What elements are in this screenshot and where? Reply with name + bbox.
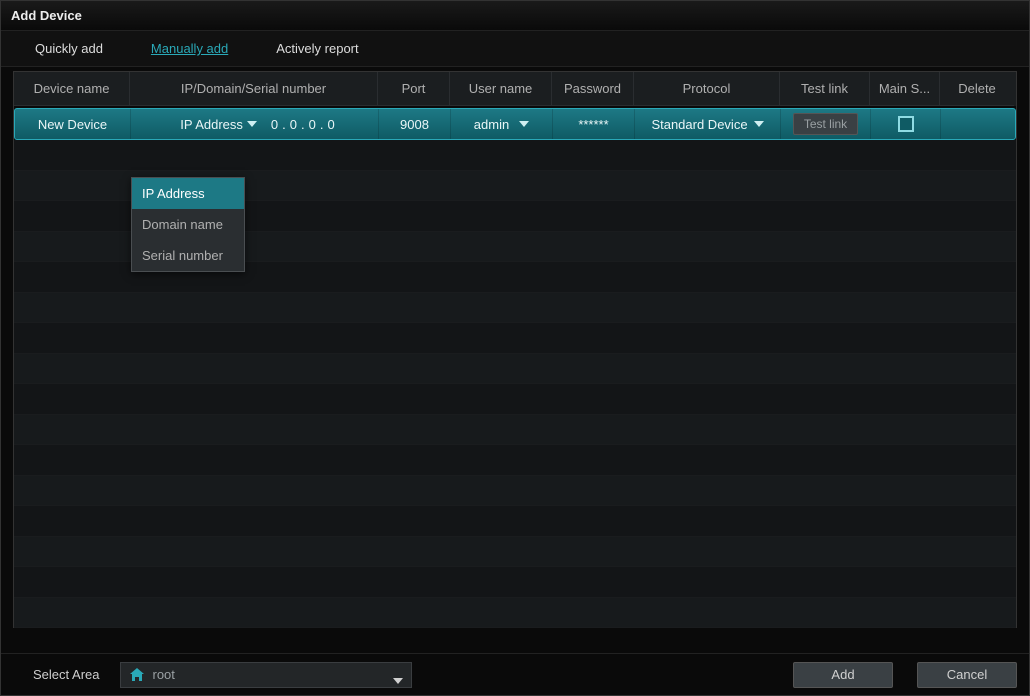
ip-octet-2: 0 [290,117,297,132]
protocol-value: Standard Device [651,117,747,132]
username-value: admin [474,117,509,132]
device-table: Device name IP/Domain/Serial number Port… [13,71,1017,628]
device-name-cell[interactable]: New Device [15,109,131,139]
select-area-dropdown[interactable]: root [120,662,412,688]
table-row: New Device IP Address 0. 0. 0. 0 9008 [14,108,1016,140]
main-stream-checkbox[interactable] [898,116,914,132]
col-user: User name [450,72,552,106]
col-main-stream: Main S... [870,72,940,106]
ip-type-option-ip[interactable]: IP Address [132,178,244,209]
col-password: Password [552,72,634,106]
tab-actively-report[interactable]: Actively report [272,35,362,62]
empty-row [14,323,1016,354]
empty-row [14,476,1016,507]
username-cell[interactable]: admin [451,109,553,139]
col-ip: IP/Domain/Serial number [130,72,378,106]
ip-octet-1: 0 [271,117,278,132]
main-stream-cell [871,109,941,139]
tabs-bar: Quickly add Manually add Actively report [1,31,1029,67]
test-link-button[interactable]: Test link [793,113,858,135]
titlebar: Add Device [1,1,1029,31]
port-value: 9008 [400,117,429,132]
ip-type-option-domain[interactable]: Domain name [132,209,244,240]
chevron-down-icon [393,678,403,684]
port-cell[interactable]: 9008 [379,109,451,139]
cancel-button[interactable]: Cancel [917,662,1017,688]
empty-row [14,140,1016,171]
add-button[interactable]: Add [793,662,893,688]
home-icon [129,668,145,682]
select-area-value: root [153,667,175,682]
empty-row [14,598,1016,629]
col-device-name: Device name [14,72,130,106]
ip-type-dropdown[interactable]: IP Address [174,117,263,132]
select-area-label: Select Area [33,667,100,682]
empty-row [14,506,1016,537]
add-device-window: Add Device Quickly add Manually add Acti… [0,0,1030,696]
empty-row [14,293,1016,324]
table-header: Device name IP/Domain/Serial number Port… [14,72,1016,106]
delete-cell[interactable] [941,109,1015,139]
empty-row [14,567,1016,598]
ip-cell: IP Address 0. 0. 0. 0 [131,109,379,139]
chevron-down-icon [247,121,257,127]
ip-octet-4: 0 [327,117,334,132]
empty-row [14,384,1016,415]
col-delete: Delete [940,72,1014,106]
empty-row [14,445,1016,476]
window-title: Add Device [11,8,82,23]
empty-row [14,415,1016,446]
chevron-down-icon [754,121,764,127]
content-area: Device name IP/Domain/Serial number Port… [1,67,1029,653]
ip-address-input[interactable]: 0. 0. 0. 0 [271,117,335,132]
chevron-down-icon [519,121,529,127]
tab-manually-add[interactable]: Manually add [147,35,232,62]
ip-type-options: IP Address Domain name Serial number [131,177,245,272]
ip-type-value: IP Address [180,117,243,132]
password-value: ****** [578,117,608,132]
ip-octet-3: 0 [309,117,316,132]
tab-quickly-add[interactable]: Quickly add [31,35,107,62]
test-link-cell: Test link [781,109,871,139]
empty-row [14,537,1016,568]
col-port: Port [378,72,450,106]
col-test-link: Test link [780,72,870,106]
footer: Select Area root Add Cancel [1,653,1029,695]
password-cell[interactable]: ****** [553,109,635,139]
protocol-cell[interactable]: Standard Device [635,109,781,139]
ip-type-option-serial[interactable]: Serial number [132,240,244,271]
col-protocol: Protocol [634,72,780,106]
empty-row [14,354,1016,385]
device-name-value: New Device [38,117,107,132]
